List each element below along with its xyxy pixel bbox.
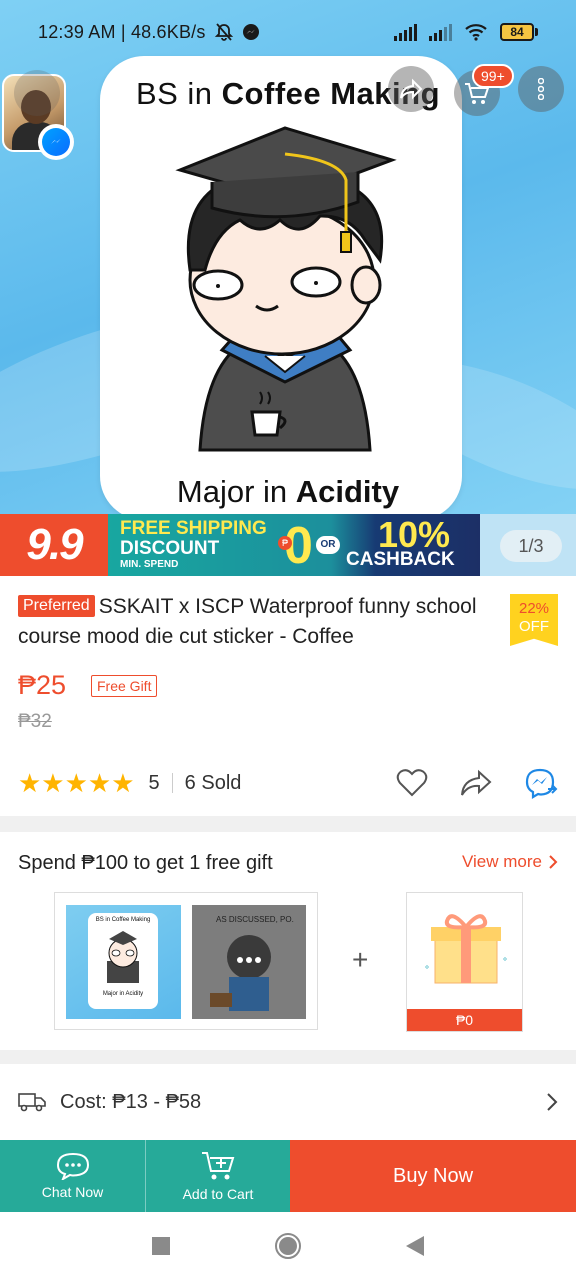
status-bar: 12:39 AM | 48.6KB/s 84 bbox=[0, 0, 576, 64]
back-button[interactable] bbox=[14, 70, 60, 116]
wifi-icon bbox=[464, 23, 488, 41]
chat-icon bbox=[56, 1152, 89, 1180]
free-shipping-text: FREE SHIPPING bbox=[120, 518, 267, 539]
status-time: 12:39 AM | 48.6KB/s bbox=[38, 21, 206, 42]
signal-icon bbox=[394, 23, 417, 41]
current-price: ₱25 bbox=[18, 670, 67, 700]
bundle-item-thumbnail[interactable]: BS in Coffee Making Major in Acidity bbox=[66, 905, 181, 1019]
battery-icon: 84 bbox=[500, 23, 538, 41]
messenger-share-icon[interactable] bbox=[524, 767, 558, 799]
sticker-foot-text: Major in Acidity bbox=[176, 474, 400, 509]
share-icon[interactable] bbox=[460, 769, 492, 797]
discount-text: DISCOUNT bbox=[120, 538, 220, 559]
chevron-right-icon bbox=[549, 855, 558, 869]
image-counter: 1/3 bbox=[500, 530, 562, 562]
view-more-link[interactable]: View more bbox=[462, 852, 558, 872]
rating-value: 5 bbox=[148, 771, 160, 794]
divider bbox=[171, 773, 173, 793]
graduate-illustration bbox=[175, 126, 397, 452]
home-icon[interactable] bbox=[274, 1232, 302, 1260]
gift-heading: Spend ₱100 to get 1 free gift bbox=[18, 852, 273, 874]
min-spend-text: MIN. SPEND bbox=[120, 559, 179, 570]
chevron-right-icon bbox=[546, 1092, 558, 1112]
chat-now-button[interactable]: Chat Now bbox=[0, 1140, 145, 1212]
truck-icon bbox=[18, 1093, 46, 1112]
add-to-cart-button[interactable]: Add to Cart bbox=[145, 1140, 290, 1212]
sold-count: 6 Sold bbox=[184, 771, 242, 794]
like-heart-icon[interactable] bbox=[396, 768, 428, 798]
product-image-gallery[interactable]: 12:39 AM | 48.6KB/s 84 BS in Coffee Maki… bbox=[0, 0, 576, 576]
or-label: OR bbox=[316, 536, 340, 554]
shipping-cost: Cost: ₱13 - ₱58 bbox=[60, 1090, 202, 1113]
cashback-text: CASHBACK bbox=[346, 549, 455, 570]
signal-icon bbox=[429, 23, 452, 41]
sale-label: 9.9 bbox=[0, 514, 108, 576]
system-nav-bar bbox=[0, 1212, 576, 1280]
recent-apps-icon[interactable] bbox=[152, 1237, 170, 1255]
messenger-icon bbox=[242, 23, 260, 41]
share-icon bbox=[400, 78, 423, 100]
peso-icon: ₱ bbox=[278, 536, 292, 550]
bottom-action-bar: Chat Now Add to Cart Buy Now bbox=[0, 1140, 576, 1212]
free-gift-item[interactable]: ₱0 bbox=[406, 892, 523, 1032]
plus-icon: + bbox=[352, 944, 369, 975]
promo-banner[interactable]: 9.9 FREE SHIPPING DISCOUNT MIN. SPEND 0 … bbox=[0, 514, 576, 576]
cart-count-badge: 99+ bbox=[472, 64, 514, 88]
more-icon bbox=[538, 78, 544, 100]
gift-price: ₱0 bbox=[407, 1009, 522, 1031]
preferred-badge: Preferred bbox=[18, 595, 95, 617]
rating-row[interactable]: ★★★★★ 5 6 Sold bbox=[18, 767, 558, 799]
free-gift-section: Spend ₱100 to get 1 free gift View more … bbox=[0, 832, 576, 1050]
discount-ribbon: 22% OFF bbox=[510, 594, 558, 646]
share-button[interactable] bbox=[388, 66, 434, 112]
star-rating-icon: ★★★★★ bbox=[18, 767, 135, 798]
buy-now-button[interactable]: Buy Now bbox=[290, 1140, 576, 1212]
mute-icon bbox=[214, 22, 234, 42]
more-button[interactable] bbox=[518, 66, 564, 112]
shipping-row[interactable]: Cost: ₱13 - ₱58 bbox=[0, 1064, 576, 1140]
product-title: Preferred SSKAIT x ISCP Waterproof funny … bbox=[18, 595, 477, 648]
gift-box-icon bbox=[425, 914, 507, 984]
bundle-item-thumbnail[interactable]: AS DISCUSSED, PO. bbox=[192, 905, 306, 1019]
product-info: Preferred SSKAIT x ISCP Waterproof funny … bbox=[0, 576, 576, 816]
messenger-badge-icon[interactable] bbox=[38, 124, 74, 160]
back-nav-icon[interactable] bbox=[406, 1236, 424, 1256]
original-price: ₱32 bbox=[18, 711, 52, 732]
bundle-items[interactable]: BS in Coffee Making Major in Acidity AS … bbox=[54, 892, 318, 1030]
add-cart-icon bbox=[202, 1152, 235, 1180]
free-gift-tag: Free Gift bbox=[91, 675, 158, 697]
